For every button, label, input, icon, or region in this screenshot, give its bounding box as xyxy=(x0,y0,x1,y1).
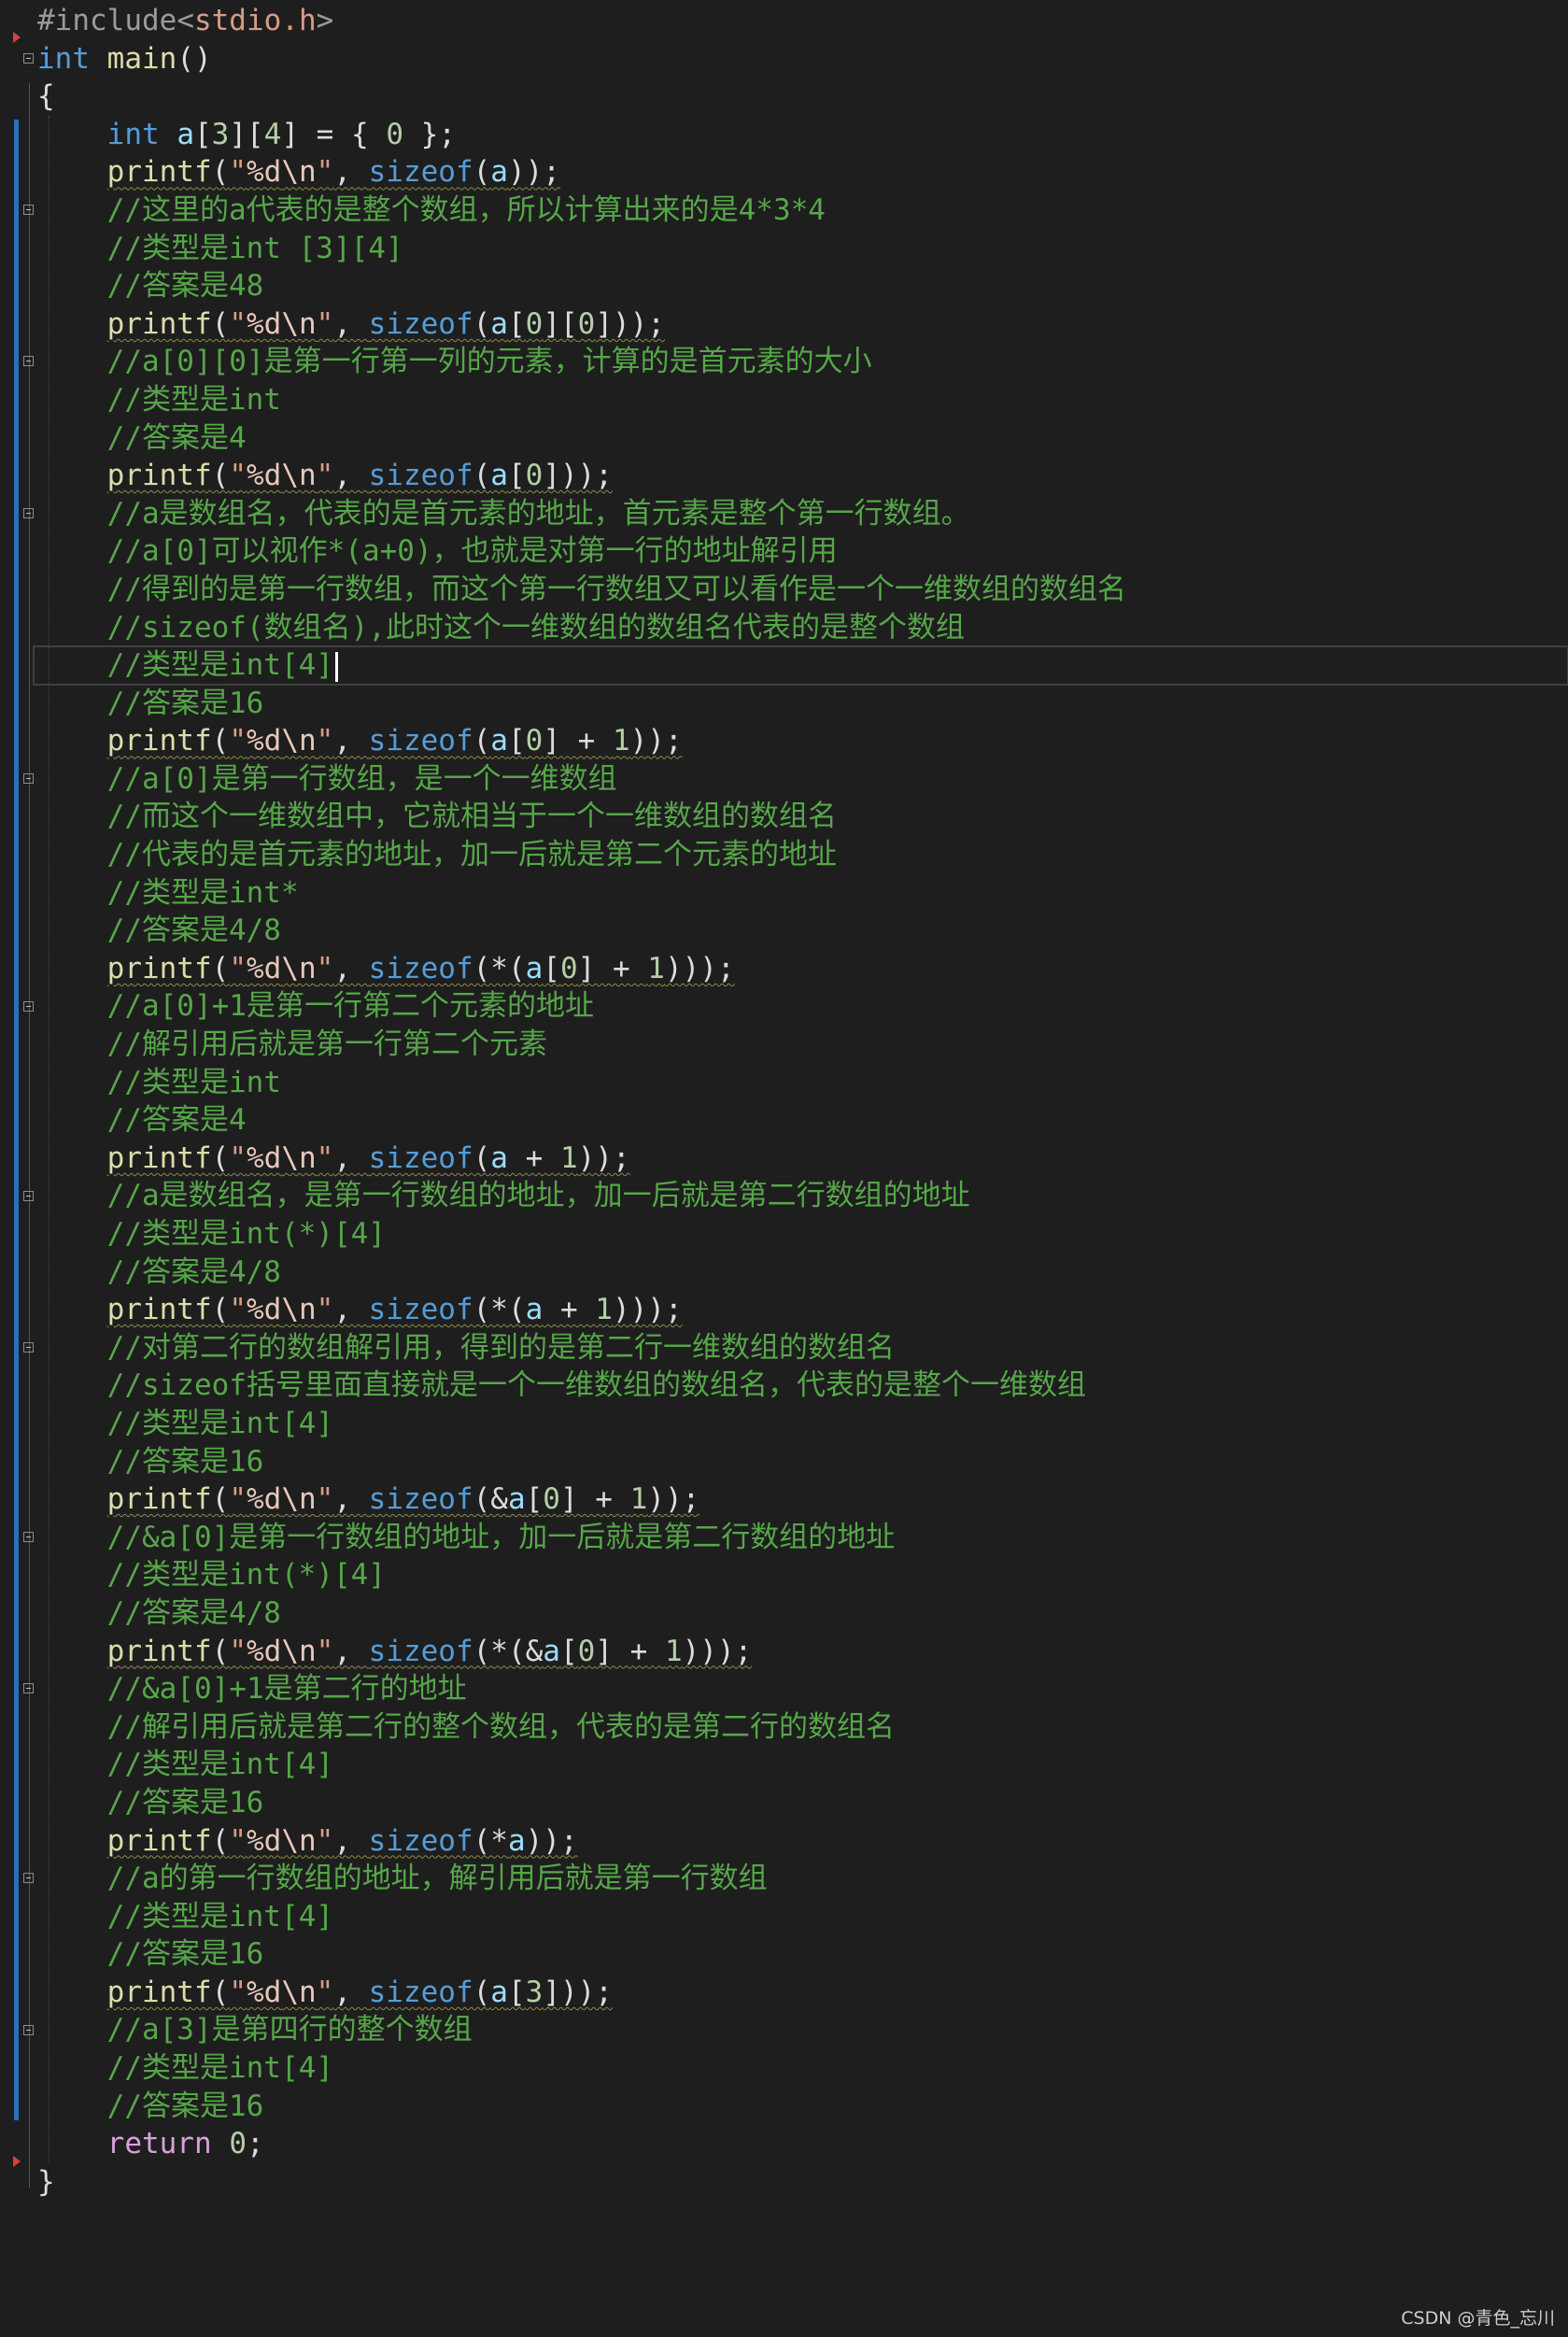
fold-collapse-icon[interactable] xyxy=(23,205,34,215)
comment-line[interactable]: //a是数组名，代表的是首元素的地址，首元素是整个第一行数组。 xyxy=(37,495,1568,533)
printf-statement-line[interactable]: printf("%d\n", sizeof(*(&a[0] + 1))); xyxy=(37,1633,1568,1671)
editor-gutter[interactable] xyxy=(0,0,37,2337)
printf-statement-line[interactable]: printf("%d\n", sizeof(a[0][0])); xyxy=(37,305,1568,344)
fold-collapse-icon[interactable] xyxy=(23,356,34,367)
comment-line[interactable]: //类型是int[4] xyxy=(37,1898,1568,1936)
text-caret xyxy=(334,651,338,682)
printf-statement-line[interactable]: printf("%d\n", sizeof(*a)); xyxy=(37,1822,1568,1861)
comment-line[interactable]: //类型是int(*)[4] xyxy=(37,1215,1568,1253)
comment-line[interactable]: //类型是int [3][4] xyxy=(37,230,1568,268)
comment-line[interactable]: //&a[0]+1是第二行的地址 xyxy=(37,1670,1568,1708)
fold-collapse-icon[interactable] xyxy=(23,1683,34,1694)
comment-line[interactable]: //答案是4 xyxy=(37,1101,1568,1140)
printf-statement-line[interactable]: printf("%d\n", sizeof(a + 1)); xyxy=(37,1140,1568,1178)
printf-statement-line[interactable]: printf("%d\n", sizeof(a[3])); xyxy=(37,1974,1568,2012)
comment-line[interactable]: //答案是4/8 xyxy=(37,1594,1568,1633)
fold-collapse-icon[interactable] xyxy=(23,507,34,518)
breakpoint-arrow-icon xyxy=(13,2155,21,2167)
printf-statement-line[interactable]: printf("%d\n", sizeof(*(a + 1))); xyxy=(37,1291,1568,1329)
comment-line[interactable]: //答案是16 xyxy=(37,1784,1568,1822)
printf-statement-line[interactable]: printf("%d\n", sizeof(a[0] + 1)); xyxy=(37,722,1568,760)
fold-collapse-icon[interactable] xyxy=(23,52,34,64)
fold-region-guide xyxy=(29,83,30,2188)
comment-line[interactable]: //&a[0]是第一行数组的地址，加一后就是第二行数组的地址 xyxy=(37,1519,1568,1557)
printf-statement-line[interactable]: printf("%d\n", sizeof(&a[0] + 1)); xyxy=(37,1480,1568,1519)
code-editor[interactable]: #include<stdio.h> int main(){ int a[3][4]… xyxy=(0,0,1568,2337)
code-area[interactable]: #include<stdio.h> int main(){ int a[3][4]… xyxy=(33,2,1568,2202)
code-line[interactable]: { xyxy=(37,78,1568,116)
fold-collapse-icon[interactable] xyxy=(23,1000,34,1012)
watermark: CSDN @青色_忘川 xyxy=(1401,2308,1555,2329)
array-declaration-line[interactable]: int a[3][4] = { 0 }; xyxy=(37,116,1568,154)
comment-line[interactable]: //sizeof括号里面直接就是一个一维数组的数组名，代表的是整个一维数组 xyxy=(37,1367,1568,1405)
comment-line[interactable]: //答案是16 xyxy=(37,1935,1568,1974)
comment-line[interactable]: //a[0]+1是第一行第二个元素的地址 xyxy=(37,987,1568,1026)
comment-line[interactable]: //类型是int xyxy=(37,1064,1568,1102)
comment-line[interactable]: //对第二行的数组解引用，得到的是第二行一维数组的数组名 xyxy=(37,1329,1568,1367)
fold-collapse-icon[interactable] xyxy=(23,2024,34,2035)
comment-line[interactable]: //答案是16 xyxy=(37,1443,1568,1481)
comment-line[interactable]: //得到的是第一行数组，而这个第一行数组又可以看作是一个一维数组的数组名 xyxy=(37,571,1568,609)
fold-collapse-icon[interactable] xyxy=(23,1873,34,1884)
breakpoint-arrow-icon xyxy=(13,32,21,43)
comment-line[interactable]: //代表的是首元素的地址，加一后就是第二个元素的地址 xyxy=(37,836,1568,874)
comment-line[interactable]: //类型是int[4] xyxy=(37,1405,1568,1443)
fold-collapse-icon[interactable] xyxy=(23,1532,34,1542)
fold-collapse-icon[interactable] xyxy=(23,773,34,784)
comment-line[interactable]: //a是数组名，是第一行数组的地址，加一后就是第二行数组的地址 xyxy=(37,1177,1568,1215)
comment-line[interactable]: //类型是int[4] xyxy=(37,1746,1568,1784)
comment-line[interactable]: //解引用后就是第一行第二个元素 xyxy=(37,1026,1568,1064)
change-indicator-bar xyxy=(14,119,19,2120)
comment-line[interactable]: //a[3]是第四行的整个数组 xyxy=(37,2011,1568,2049)
comment-line[interactable]: //而这个一维数组中，它就相当于一个一维数组的数组名 xyxy=(37,798,1568,836)
comment-line[interactable]: //这里的a代表的是整个数组，所以计算出来的是4*3*4 xyxy=(37,191,1568,230)
comment-line[interactable]: //类型是int[4] xyxy=(37,2049,1568,2088)
comment-line[interactable]: //类型是int(*)[4] xyxy=(37,1556,1568,1594)
comment-line[interactable]: //a的第一行数组的地址，解引用后就是第一行数组 xyxy=(37,1860,1568,1898)
comment-line[interactable]: //答案是4/8 xyxy=(37,912,1568,950)
fold-collapse-icon[interactable] xyxy=(23,1342,34,1353)
comment-line[interactable]: //答案是16 xyxy=(37,2088,1568,2126)
comment-line[interactable]: //a[0]可以视作*(a+0)，也就是对第一行的地址解引用 xyxy=(37,532,1568,571)
comment-line[interactable]: //a[0][0]是第一行第一列的元素，计算的是首元素的大小 xyxy=(37,343,1568,381)
printf-statement-line[interactable]: printf("%d\n", sizeof(a[0])); xyxy=(37,457,1568,495)
comment-line[interactable]: //类型是int* xyxy=(37,874,1568,913)
comment-line[interactable]: //答案是4 xyxy=(37,419,1568,458)
fold-collapse-icon[interactable] xyxy=(23,1190,34,1201)
comment-line[interactable]: //类型是int xyxy=(37,381,1568,419)
printf-statement-line[interactable]: printf("%d\n", sizeof(a)); xyxy=(37,153,1568,191)
return-statement-line[interactable]: return 0; xyxy=(37,2125,1568,2163)
comment-line[interactable]: //答案是4/8 xyxy=(37,1253,1568,1292)
comment-line[interactable]: //类型是int[4] xyxy=(33,645,1568,686)
code-line[interactable]: } xyxy=(37,2163,1568,2202)
comment-line[interactable]: //解引用后就是第二行的整个数组，代表的是第二行的数组名 xyxy=(37,1708,1568,1747)
comment-line[interactable]: //a[0]是第一行数组，是一个一维数组 xyxy=(37,760,1568,799)
include-directive-line[interactable]: #include<stdio.h> xyxy=(37,2,1568,40)
comment-line[interactable]: //答案是48 xyxy=(37,267,1568,305)
function-signature-line[interactable]: int main() xyxy=(37,40,1568,78)
comment-line[interactable]: //sizeof(数组名),此时这个一维数组的数组名代表的是整个数组 xyxy=(37,609,1568,647)
comment-line[interactable]: //答案是16 xyxy=(37,685,1568,723)
printf-statement-line[interactable]: printf("%d\n", sizeof(*(a[0] + 1))); xyxy=(37,950,1568,988)
